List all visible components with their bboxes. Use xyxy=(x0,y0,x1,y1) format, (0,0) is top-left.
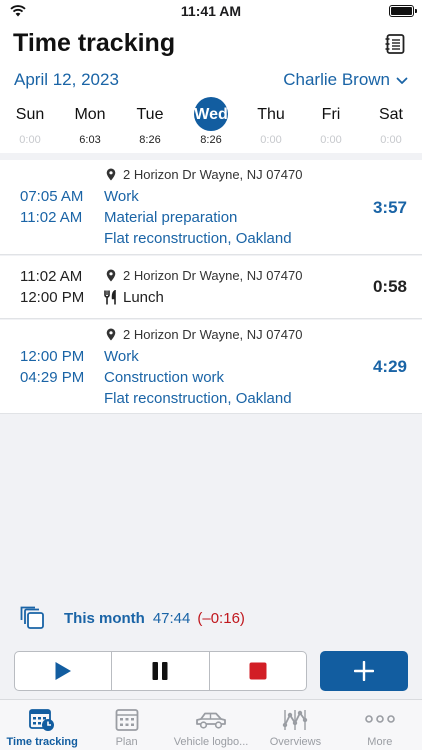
day-hours: 0:00 xyxy=(320,134,342,146)
tab-label: Overviews xyxy=(269,736,322,748)
location-pin-icon xyxy=(106,328,116,341)
day-hours: 0:00 xyxy=(380,134,402,146)
stop-icon xyxy=(249,662,267,680)
day-name: Mon xyxy=(74,106,106,123)
overviews-icon xyxy=(283,710,308,730)
battery-icon xyxy=(389,5,417,17)
day-sun[interactable]: Sun 0:00 xyxy=(0,96,60,152)
month-difference: (–0:16) xyxy=(197,609,245,627)
day-name: Sat xyxy=(378,106,403,123)
chevron-down-icon xyxy=(396,70,408,90)
time-entry[interactable]: 2 Horizon Dr Wayne, NJ 07470 07:05 AM 11… xyxy=(0,160,422,255)
entry-end-time: 04:29 PM xyxy=(20,369,85,386)
tab-label: Time tracking xyxy=(6,736,78,748)
day-name: Tue xyxy=(136,106,164,123)
car-icon xyxy=(196,712,226,729)
entry-start-time: 07:05 AM xyxy=(20,188,84,205)
location-text: 2 Horizon Dr Wayne, NJ 07470 xyxy=(123,167,303,182)
entry-project: Flat reconstruction, Oakland xyxy=(104,230,292,247)
entry-duration: 4:29 xyxy=(372,357,407,376)
entry-start-time: 12:00 PM xyxy=(20,348,85,365)
tab-time-tracking[interactable]: Time tracking xyxy=(0,700,84,750)
location-pin-icon xyxy=(106,168,116,181)
location-text: 2 Horizon Dr Wayne, NJ 07470 xyxy=(123,268,303,283)
day-name: Sun xyxy=(15,106,45,123)
day-mon[interactable]: Mon 6:03 xyxy=(60,96,120,152)
week-strip: Sun 0:00 Mon 6:03 Tue 8:26 Wed 8:26 Thu … xyxy=(0,96,422,152)
entry-end-time: 11:02 AM xyxy=(20,209,83,226)
day-name: Fri xyxy=(321,106,341,123)
entry-location: 2 Horizon Dr Wayne, NJ 07470 xyxy=(106,327,302,342)
entry-start-time: 11:02 AM xyxy=(20,268,83,285)
day-sat[interactable]: Sat 0:00 xyxy=(361,96,421,152)
day-hours: 8:26 xyxy=(139,134,161,146)
location-text: 2 Horizon Dr Wayne, NJ 07470 xyxy=(123,327,303,342)
entry-type: Work xyxy=(104,188,139,205)
start-button[interactable] xyxy=(15,652,113,690)
entry-duration: 3:57 xyxy=(372,198,407,217)
day-name: Thu xyxy=(257,106,285,123)
day-tue[interactable]: Tue 8:26 xyxy=(120,96,180,152)
day-hours: 0:00 xyxy=(19,134,41,146)
day-hours: 6:03 xyxy=(79,134,101,146)
entry-location: 2 Horizon Dr Wayne, NJ 07470 xyxy=(106,268,302,283)
day-hours: 0:00 xyxy=(260,134,282,146)
time-entry[interactable]: 2 Horizon Dr Wayne, NJ 07470 11:02 AM 12… xyxy=(0,256,422,319)
entry-type: Work xyxy=(104,348,139,365)
tab-label: Vehicle logbo... xyxy=(173,736,249,748)
copy-pages-icon xyxy=(20,606,44,629)
tab-label: Plan xyxy=(115,736,138,748)
tab-more[interactable]: More xyxy=(338,700,422,750)
tab-overviews[interactable]: Overviews xyxy=(253,700,337,750)
day-wed[interactable]: Wed 8:26 xyxy=(181,96,241,152)
status-bar: 11:41 AM xyxy=(0,0,422,22)
stop-button[interactable] xyxy=(210,652,306,690)
notebook-icon[interactable] xyxy=(384,33,406,55)
play-icon xyxy=(55,662,72,680)
add-entry-button[interactable] xyxy=(320,651,408,691)
time-entry[interactable]: 2 Horizon Dr Wayne, NJ 07470 12:00 PM 04… xyxy=(0,320,422,414)
status-time: 11:41 AM xyxy=(180,3,242,19)
tab-vehicle-logbook[interactable]: Vehicle logbo... xyxy=(169,700,253,750)
user-name: Charlie Brown xyxy=(283,70,390,89)
tab-bar: Time tracking Plan Vehicle logbo... Over… xyxy=(0,699,422,750)
date-selector[interactable]: April 12, 2023 xyxy=(14,70,119,90)
month-label: This month xyxy=(64,609,145,627)
entry-project: Flat reconstruction, Oakland xyxy=(104,390,292,407)
tab-plan[interactable]: Plan xyxy=(84,700,168,750)
entry-end-time: 12:00 PM xyxy=(20,289,85,306)
day-name: Wed xyxy=(194,106,228,123)
pause-icon xyxy=(152,662,168,680)
header-area: 11:41 AM Time tracking April 12, 2023 Ch… xyxy=(0,0,422,153)
user-selector[interactable]: Charlie Brown xyxy=(283,70,408,90)
time-tracking-icon xyxy=(29,709,55,731)
day-fri[interactable]: Fri 0:00 xyxy=(301,96,361,152)
entry-activity: Material preparation xyxy=(104,209,238,226)
cutlery-icon xyxy=(104,290,116,305)
month-summary[interactable]: This month 47:44 (–0:16) xyxy=(20,604,245,632)
day-thu[interactable]: Thu 0:00 xyxy=(241,96,301,152)
month-total: 47:44 xyxy=(152,609,191,627)
entry-duration: 0:58 xyxy=(372,277,407,296)
entry-location: 2 Horizon Dr Wayne, NJ 07470 xyxy=(106,167,302,182)
timer-controls xyxy=(14,651,307,691)
page-title: Time tracking xyxy=(13,29,176,57)
calendar-icon xyxy=(115,709,139,731)
pause-button[interactable] xyxy=(112,652,210,690)
plus-icon xyxy=(354,661,374,681)
location-pin-icon xyxy=(106,269,116,282)
entry-type: Lunch xyxy=(123,289,164,306)
entry-type-row: Lunch xyxy=(104,289,164,306)
day-hours: 8:26 xyxy=(200,134,222,146)
tab-label: More xyxy=(367,736,393,748)
more-icon xyxy=(365,715,395,723)
entry-activity: Construction work xyxy=(104,369,225,386)
